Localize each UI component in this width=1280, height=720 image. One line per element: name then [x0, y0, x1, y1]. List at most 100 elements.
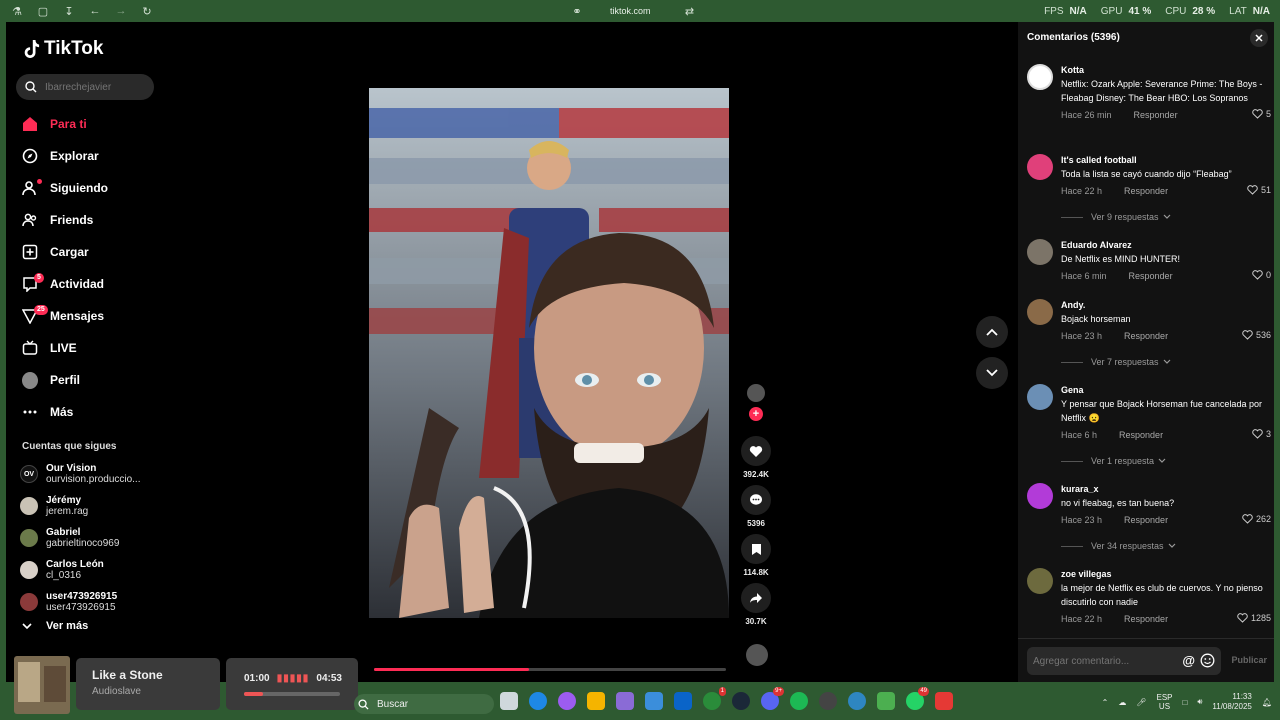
- comment-like-button[interactable]: 51: [1247, 185, 1271, 195]
- forward-icon[interactable]: →: [114, 4, 128, 18]
- outlook-icon[interactable]: [674, 692, 692, 710]
- nav-actividad[interactable]: 5 Actividad: [6, 268, 166, 300]
- view-replies-button[interactable]: Ver 7 respuestas: [1061, 356, 1271, 368]
- comment-like-button[interactable]: 536: [1242, 330, 1271, 340]
- media-progress-bar[interactable]: [244, 692, 340, 696]
- search-box[interactable]: [16, 74, 154, 100]
- reload-icon[interactable]: ↻: [140, 4, 154, 18]
- link-icon[interactable]: ⚭: [570, 4, 584, 18]
- spotify-icon[interactable]: [790, 692, 808, 710]
- nav-live[interactable]: LIVE: [6, 332, 166, 364]
- emoji-icon[interactable]: [1200, 653, 1215, 668]
- browser-menu-icon[interactable]: ⚗: [10, 4, 24, 18]
- edge-icon[interactable]: [529, 692, 547, 710]
- reply-button[interactable]: Responder: [1124, 186, 1168, 196]
- following-account[interactable]: Gabriel gabrieltinoco969: [20, 522, 160, 554]
- nav-para-ti[interactable]: Para ti: [6, 108, 166, 140]
- comment-like-button[interactable]: 262: [1242, 514, 1271, 524]
- clock[interactable]: 11:33 11/08/2025: [1212, 692, 1251, 712]
- comment-username[interactable]: Kotta: [1061, 64, 1271, 77]
- nav-explorar[interactable]: Explorar: [6, 140, 166, 172]
- avatar[interactable]: [1027, 154, 1053, 180]
- chevron-up-icon[interactable]: ⌃: [1102, 698, 1109, 707]
- reply-button[interactable]: Responder: [1124, 331, 1168, 341]
- display-icon[interactable]: □: [1183, 698, 1188, 707]
- previous-video-button[interactable]: [976, 316, 1008, 348]
- music-disc-icon[interactable]: [746, 644, 768, 666]
- avatar[interactable]: [1027, 384, 1053, 410]
- video-progress-bar[interactable]: [374, 668, 726, 671]
- video-player[interactable]: [369, 88, 729, 618]
- comment-action[interactable]: 5396: [736, 485, 776, 528]
- discord-icon[interactable]: 9+: [761, 687, 784, 710]
- like-action[interactable]: 392.4K: [736, 436, 776, 479]
- network-app-icon[interactable]: [848, 692, 866, 710]
- comment-username[interactable]: Andy.: [1061, 299, 1271, 312]
- settings-sliders-icon[interactable]: ⇄: [683, 4, 697, 18]
- reply-button[interactable]: Responder: [1124, 515, 1168, 525]
- taskbar-search[interactable]: Buscar: [354, 694, 494, 714]
- file-explorer-icon[interactable]: [587, 692, 605, 710]
- avatar[interactable]: [1027, 64, 1053, 90]
- volume-icon[interactable]: 🔊︎: [1197, 697, 1202, 707]
- comment-username[interactable]: Eduardo Alvarez: [1061, 239, 1271, 252]
- nav-cargar[interactable]: Cargar: [6, 236, 166, 268]
- media-timer-card[interactable]: 01:00 ▮▮▮▮▮ 04:53: [226, 658, 358, 710]
- view-replies-button[interactable]: Ver 9 respuestas: [1061, 211, 1271, 223]
- tiktok-logo[interactable]: TikTok: [22, 38, 103, 60]
- post-comment-button[interactable]: Publicar: [1231, 655, 1267, 665]
- comment-like-button[interactable]: 0: [1252, 270, 1271, 280]
- minecraft-icon[interactable]: [877, 692, 895, 710]
- xbox-icon[interactable]: 1: [703, 687, 726, 710]
- sidebar-toggle-icon[interactable]: ▢: [36, 4, 50, 18]
- media-info-card[interactable]: Like a Stone Audioslave: [76, 658, 220, 710]
- language-indicator[interactable]: ESP US: [1156, 693, 1172, 711]
- weather-icon[interactable]: ☁: [1118, 698, 1126, 707]
- nav-perfil[interactable]: Perfil: [6, 364, 166, 396]
- chatgpt-icon[interactable]: [819, 692, 837, 710]
- comment-input-box[interactable]: @: [1027, 647, 1221, 675]
- nav-siguiendo[interactable]: Siguiendo: [6, 172, 166, 204]
- reply-button[interactable]: Responder: [1124, 614, 1168, 624]
- steam-icon[interactable]: [732, 692, 750, 710]
- search-input[interactable]: [45, 81, 145, 93]
- download-icon[interactable]: ↧: [62, 4, 76, 18]
- comment-like-button[interactable]: 1285: [1237, 613, 1271, 623]
- comment-input[interactable]: [1033, 655, 1173, 667]
- following-account[interactable]: user473926915 user473926915: [20, 586, 160, 618]
- microphone-icon[interactable]: 🎤︎: [1136, 698, 1146, 707]
- view-replies-button[interactable]: Ver 34 respuestas: [1061, 540, 1271, 552]
- back-icon[interactable]: ←: [88, 4, 102, 18]
- follow-plus-icon[interactable]: +: [749, 407, 763, 421]
- avatar[interactable]: [1027, 483, 1053, 509]
- comment-like-button[interactable]: 5: [1252, 109, 1271, 119]
- comment-username[interactable]: It's called football: [1061, 154, 1271, 167]
- address-bar[interactable]: tiktok.com: [610, 6, 651, 16]
- microsoft-store-icon[interactable]: [645, 692, 663, 710]
- following-account[interactable]: Carlos León cl_0316: [20, 554, 160, 586]
- youtube-icon[interactable]: [935, 692, 953, 710]
- close-comments-button[interactable]: [1250, 29, 1268, 47]
- nav-mas[interactable]: Más: [6, 396, 166, 428]
- reply-button[interactable]: Responder: [1134, 110, 1178, 120]
- album-art[interactable]: [14, 656, 70, 714]
- comment-username[interactable]: kurara_x: [1061, 483, 1271, 496]
- see-more-button[interactable]: Ver más: [22, 620, 88, 632]
- notification-icon[interactable]: 🔔︎: [1262, 698, 1272, 707]
- comment-like-button[interactable]: 3: [1252, 429, 1271, 439]
- reply-button[interactable]: Responder: [1119, 430, 1163, 440]
- avatar[interactable]: [1027, 299, 1053, 325]
- comment-username[interactable]: Gena: [1061, 384, 1271, 397]
- share-action[interactable]: 30.7K: [736, 583, 776, 626]
- nav-mensajes[interactable]: 25 Mensajes: [6, 300, 166, 332]
- save-action[interactable]: 114.8K: [736, 534, 776, 577]
- following-account[interactable]: Jérémy jerem.rag: [20, 490, 160, 522]
- following-account[interactable]: OV Our Vision ourvision.produccio...: [20, 458, 160, 490]
- whatsapp-icon[interactable]: 49: [906, 687, 929, 710]
- reply-button[interactable]: Responder: [1129, 271, 1173, 281]
- copilot-icon[interactable]: [558, 692, 576, 710]
- avatar[interactable]: [1027, 568, 1053, 594]
- next-video-button[interactable]: [976, 357, 1008, 389]
- view-replies-button[interactable]: Ver 1 respuesta: [1061, 455, 1271, 467]
- avatar[interactable]: [1027, 239, 1053, 265]
